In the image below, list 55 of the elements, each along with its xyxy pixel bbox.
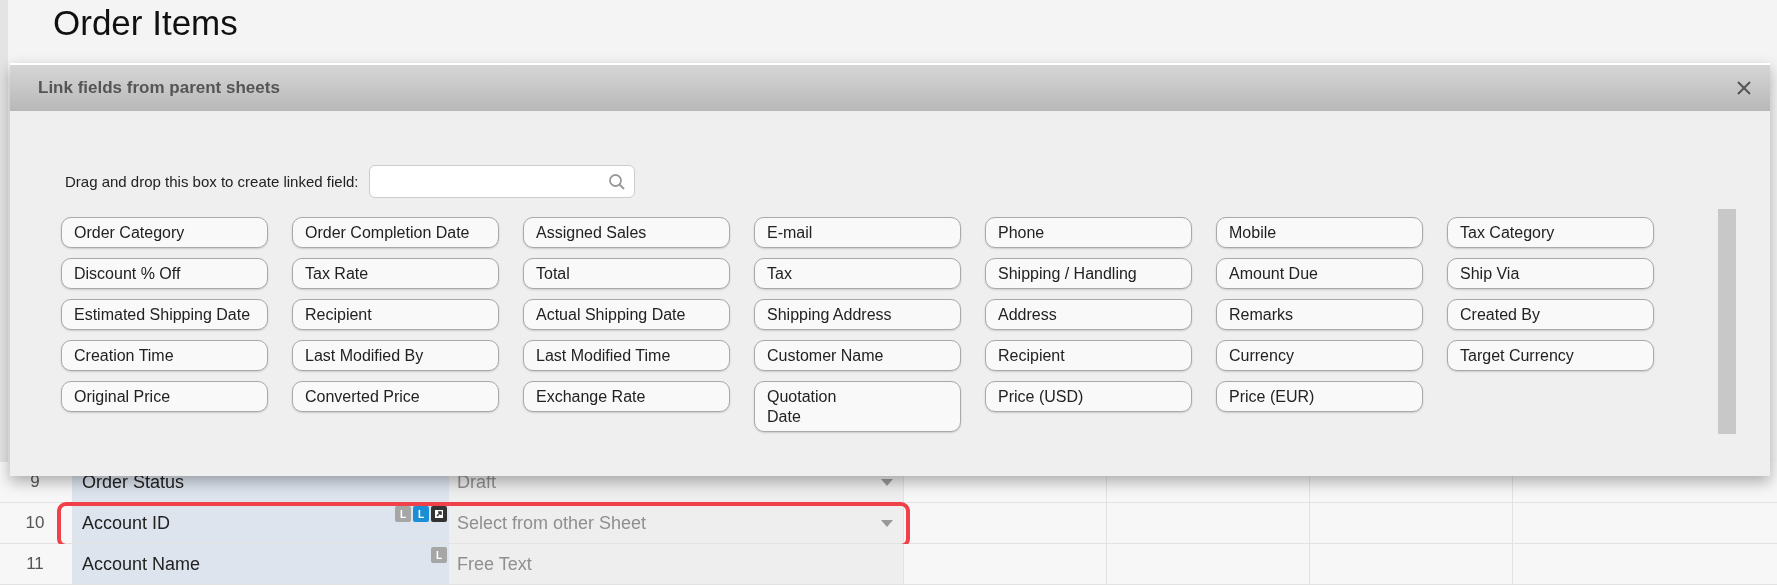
field-chip[interactable]: Original Price	[61, 381, 268, 412]
field-name: Account ID	[82, 512, 171, 534]
letter-badge: L	[431, 547, 447, 563]
field-chip[interactable]: Order Category	[61, 217, 268, 248]
dialog-title: Link fields from parent sheets	[38, 78, 280, 98]
field-chip[interactable]: Last Modified Time	[523, 340, 730, 371]
cell-value: Free Text	[457, 553, 532, 575]
field-chip[interactable]: Recipient	[985, 340, 1192, 371]
field-chip[interactable]: Currency	[1216, 340, 1423, 371]
field-chip[interactable]: Mobile	[1216, 217, 1423, 248]
field-chip[interactable]: Total	[523, 258, 730, 289]
field-chip[interactable]: Assigned Sales	[523, 217, 730, 248]
field-chip[interactable]: Amount Due	[1216, 258, 1423, 289]
field-chip[interactable]: Discount % Off	[61, 258, 268, 289]
field-chip[interactable]: Order Completion Date	[292, 217, 499, 248]
field-name-cell[interactable]: Account ID L L	[72, 503, 449, 543]
field-chip[interactable]: Converted Price	[292, 381, 499, 412]
field-chip[interactable]: Price (USD)	[985, 381, 1192, 412]
letter-badge: L	[395, 506, 411, 522]
field-name-cell[interactable]: Account Name L	[72, 544, 449, 584]
scrollbar[interactable]	[1718, 209, 1736, 434]
field-chip[interactable]: Shipping Address	[754, 299, 961, 330]
field-name: Account Name	[82, 553, 201, 575]
field-chip[interactable]: Ship Via	[1447, 258, 1654, 289]
field-chip[interactable]: Remarks	[1216, 299, 1423, 330]
field-chip[interactable]: Phone	[985, 217, 1192, 248]
field-chip[interactable]: Actual Shipping Date	[523, 299, 730, 330]
field-chip[interactable]: Price (EUR)	[1216, 381, 1423, 412]
letter-badge: L	[413, 506, 429, 522]
field-chip[interactable]: Creation Time	[61, 340, 268, 371]
field-chip[interactable]: Address	[985, 299, 1192, 330]
search-label: Drag and drop this box to create linked field:	[65, 173, 359, 190]
field-chip[interactable]: Shipping / Handling	[985, 258, 1192, 289]
field-chip[interactable]: Tax	[754, 258, 961, 289]
field-chip[interactable]: Quotation Date	[754, 381, 961, 432]
field-chip[interactable]: Customer Name	[754, 340, 961, 371]
row-number: 10	[24, 512, 46, 534]
field-chip[interactable]: Tax Category	[1447, 217, 1654, 248]
cell-value: Select from other Sheet	[457, 512, 647, 534]
field-chip[interactable]: Tax Rate	[292, 258, 499, 289]
search-icon	[607, 172, 626, 191]
field-chip[interactable]: Last Modified By	[292, 340, 499, 371]
field-chip[interactable]: Estimated Shipping Date	[61, 299, 268, 330]
close-icon[interactable]	[1736, 80, 1752, 96]
field-chip[interactable]: Created By	[1447, 299, 1654, 330]
caret-icon	[881, 478, 893, 486]
field-name: Order Status	[82, 471, 185, 493]
caret-icon	[881, 519, 893, 527]
field-chip[interactable]: E-mail	[754, 217, 961, 248]
field-chip[interactable]: Exchange Rate	[523, 381, 730, 412]
field-chip[interactable]: Recipient	[292, 299, 499, 330]
page-title: Order Items	[53, 2, 238, 44]
row-number: 11	[25, 553, 45, 575]
search-field[interactable]	[368, 165, 635, 198]
field-chip[interactable]: Target Currency	[1447, 340, 1654, 371]
